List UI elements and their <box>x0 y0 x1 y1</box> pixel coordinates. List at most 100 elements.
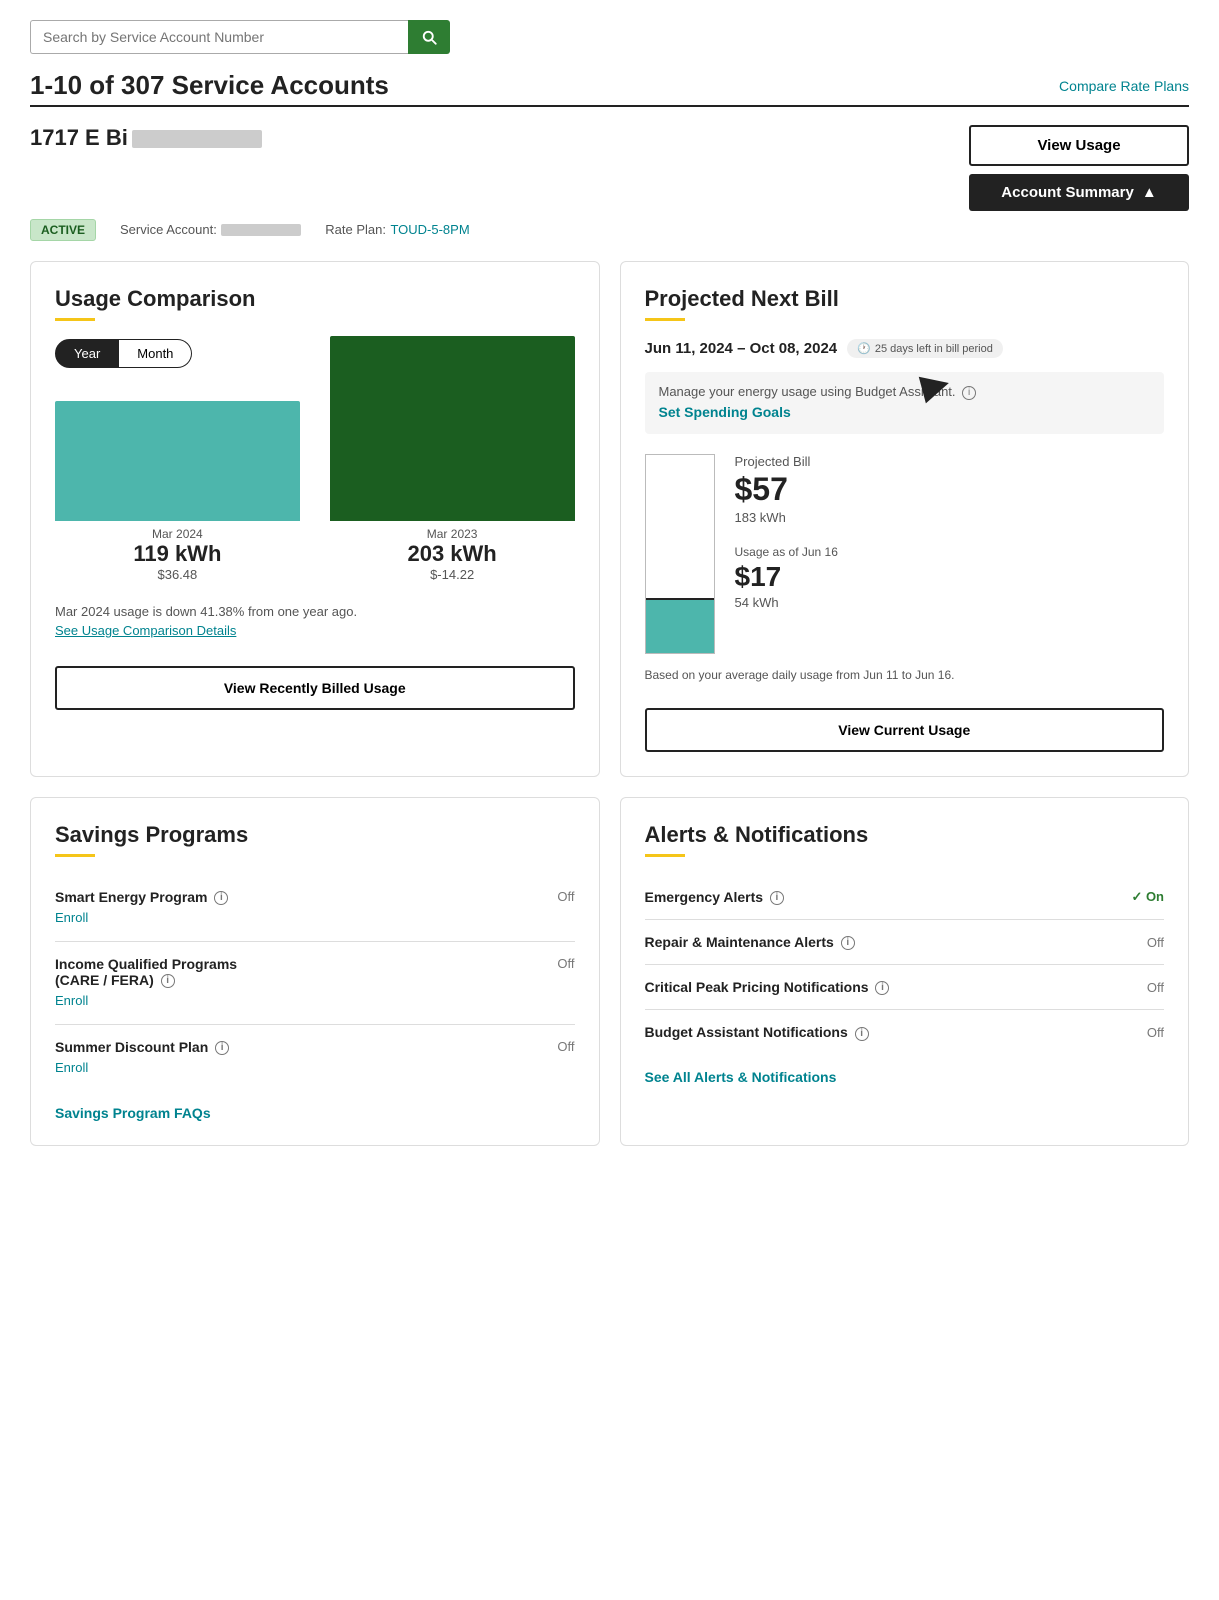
account-summary-button[interactable]: Account Summary ▲ <box>969 174 1189 211</box>
see-all-alerts-link[interactable]: See All Alerts & Notifications <box>645 1055 1165 1085</box>
bar-label-2023: Mar 2023 <box>427 527 478 541</box>
budget-info-icon: i <box>962 386 976 400</box>
budget-assistant-text: Manage your energy usage using Budget As… <box>659 384 956 399</box>
projected-label: Projected Bill <box>735 454 1165 469</box>
bottom-cards: Savings Programs Smart Energy Program i … <box>30 797 1189 1147</box>
projected-amount: $57 <box>735 471 1165 508</box>
chevron-up-icon: ▲ <box>1142 184 1157 201</box>
search-input[interactable] <box>30 20 408 54</box>
usage-note: Mar 2024 usage is down 41.38% from one y… <box>55 604 575 619</box>
account-info-row: ACTIVE Service Account: Rate Plan: TOUD-… <box>30 219 1189 241</box>
cpp-info-icon: i <box>875 981 889 995</box>
savings-programs-card: Savings Programs Smart Energy Program i … <box>30 797 600 1147</box>
projected-bar-filled <box>646 598 714 653</box>
projected-bill-title: Projected Next Bill <box>645 286 1165 312</box>
compare-rate-plans-link[interactable]: Compare Rate Plans <box>1059 78 1189 94</box>
program-item-summer-discount: Summer Discount Plan i Off Enroll <box>55 1025 575 1091</box>
address-redacted <box>132 130 262 148</box>
bar-kwh-2023: 203 kWh <box>407 541 496 567</box>
projected-bill-card: Projected Next Bill Jun 11, 2024 – Oct 0… <box>620 261 1190 777</box>
bill-date: Jun 11, 2024 – Oct 08, 2024 <box>645 340 838 357</box>
status-badge: ACTIVE <box>30 219 96 241</box>
savings-faq-link[interactable]: Savings Program FAQs <box>55 1091 575 1121</box>
search-button[interactable] <box>408 20 450 54</box>
days-left-badge: 🕐 25 days left in bill period <box>847 339 1003 358</box>
title-underline <box>55 318 95 321</box>
cards-grid: Usage Comparison Year Month Mar 2024 119… <box>30 261 1189 777</box>
projected-kwh: 183 kWh <box>735 510 1165 525</box>
accounts-count: 1-10 of 307 Service Accounts <box>30 70 389 101</box>
bar-dollars-2023: $-14.22 <box>430 567 474 582</box>
bar-chart: Mar 2024 119 kWh $36.48 Mar 2023 203 kWh… <box>55 392 575 592</box>
bar-2023 <box>330 336 575 521</box>
emergency-alerts-status: ✓ On <box>1131 889 1164 905</box>
service-account-number-redacted <box>221 224 301 236</box>
repair-info-icon: i <box>841 936 855 950</box>
projected-bill-visual: Projected Bill $57 183 kWh Usage as of J… <box>645 454 1165 654</box>
savings-underline <box>55 854 95 857</box>
emergency-info-icon: i <box>770 891 784 905</box>
smart-energy-name: Smart Energy Program i <box>55 889 228 905</box>
alert-repair: Repair & Maintenance Alerts i Off <box>645 920 1165 965</box>
projected-bar-empty <box>646 455 714 598</box>
program-item-care-fera: Income Qualified Programs(CARE / FERA) i… <box>55 942 575 1025</box>
projected-note: Based on your average daily usage from J… <box>645 668 1165 682</box>
bill-date-row: Jun 11, 2024 – Oct 08, 2024 🕐 25 days le… <box>645 339 1165 358</box>
budget-assistant-box: Manage your energy usage using Budget As… <box>645 372 1165 434</box>
usage-as-of-amount: $17 <box>735 561 1165 593</box>
alerts-title: Alerts & Notifications <box>645 822 1165 848</box>
alert-emergency: Emergency Alerts i ✓ On <box>645 875 1165 920</box>
usage-comparison-card: Usage Comparison Year Month Mar 2024 119… <box>30 261 600 777</box>
emergency-alerts-name: Emergency Alerts i <box>645 889 784 905</box>
set-spending-goals-link[interactable]: Set Spending Goals <box>659 404 791 420</box>
care-fera-status: Off <box>557 956 574 971</box>
bar-dollars-2024: $36.48 <box>157 567 197 582</box>
projected-bar <box>645 454 715 654</box>
usage-comparison-title: Usage Comparison <box>55 286 575 312</box>
bar-group-2023: Mar 2023 203 kWh $-14.22 <box>330 336 575 582</box>
bar-group-2024: Mar 2024 119 kWh $36.48 <box>55 401 300 582</box>
smart-energy-info-icon: i <box>214 891 228 905</box>
bar-kwh-2024: 119 kWh <box>133 541 221 567</box>
summer-discount-status: Off <box>557 1039 574 1054</box>
budget-alerts-status: Off <box>1147 1025 1164 1040</box>
care-fera-name: Income Qualified Programs(CARE / FERA) i <box>55 956 237 988</box>
smart-energy-status: Off <box>557 889 574 904</box>
smart-energy-enroll-link[interactable]: Enroll <box>55 910 88 925</box>
alerts-underline <box>645 854 685 857</box>
days-left-text: 25 days left in bill period <box>875 343 993 355</box>
service-account-label: Service Account: <box>120 221 301 239</box>
view-usage-button[interactable]: View Usage <box>969 125 1189 166</box>
rate-plan-link[interactable]: TOUD-5-8PM <box>390 222 469 237</box>
view-recently-billed-button[interactable]: View Recently Billed Usage <box>55 666 575 710</box>
bar-2024 <box>55 401 300 521</box>
usage-details-link[interactable]: See Usage Comparison Details <box>55 623 575 638</box>
savings-programs-title: Savings Programs <box>55 822 575 848</box>
account-action-buttons: View Usage Account Summary ▲ <box>969 125 1189 211</box>
view-current-usage-button[interactable]: View Current Usage <box>645 708 1165 752</box>
budget-alerts-name: Budget Assistant Notifications i <box>645 1024 869 1040</box>
toggle-year-button[interactable]: Year <box>55 339 119 368</box>
rate-plan-info: Rate Plan: TOUD-5-8PM <box>325 221 469 239</box>
repair-alerts-status: Off <box>1147 935 1164 950</box>
title-underline-2 <box>645 318 685 321</box>
cpp-alerts-name: Critical Peak Pricing Notifications i <box>645 979 890 995</box>
repair-alerts-name: Repair & Maintenance Alerts i <box>645 934 855 950</box>
summer-discount-info-icon: i <box>215 1041 229 1055</box>
summer-discount-enroll-link[interactable]: Enroll <box>55 1060 88 1075</box>
accounts-header: 1-10 of 307 Service Accounts Compare Rat… <box>30 70 1189 101</box>
alerts-card: Alerts & Notifications Emergency Alerts … <box>620 797 1190 1147</box>
projected-bill-details: Projected Bill $57 183 kWh Usage as of J… <box>735 454 1165 654</box>
account-address: 1717 E Bi <box>30 125 262 151</box>
bar-label-2024: Mar 2024 <box>152 527 203 541</box>
cpp-alerts-status: Off <box>1147 980 1164 995</box>
usage-as-of-label: Usage as of Jun 16 <box>735 545 1165 559</box>
toggle-month-button[interactable]: Month <box>119 339 192 368</box>
search-icon <box>420 28 438 46</box>
program-item-smart-energy: Smart Energy Program i Off Enroll <box>55 875 575 942</box>
care-fera-info-icon: i <box>161 974 175 988</box>
budget-alerts-info-icon: i <box>855 1027 869 1041</box>
care-fera-enroll-link[interactable]: Enroll <box>55 993 88 1008</box>
search-bar <box>30 20 450 54</box>
header-divider <box>30 105 1189 107</box>
